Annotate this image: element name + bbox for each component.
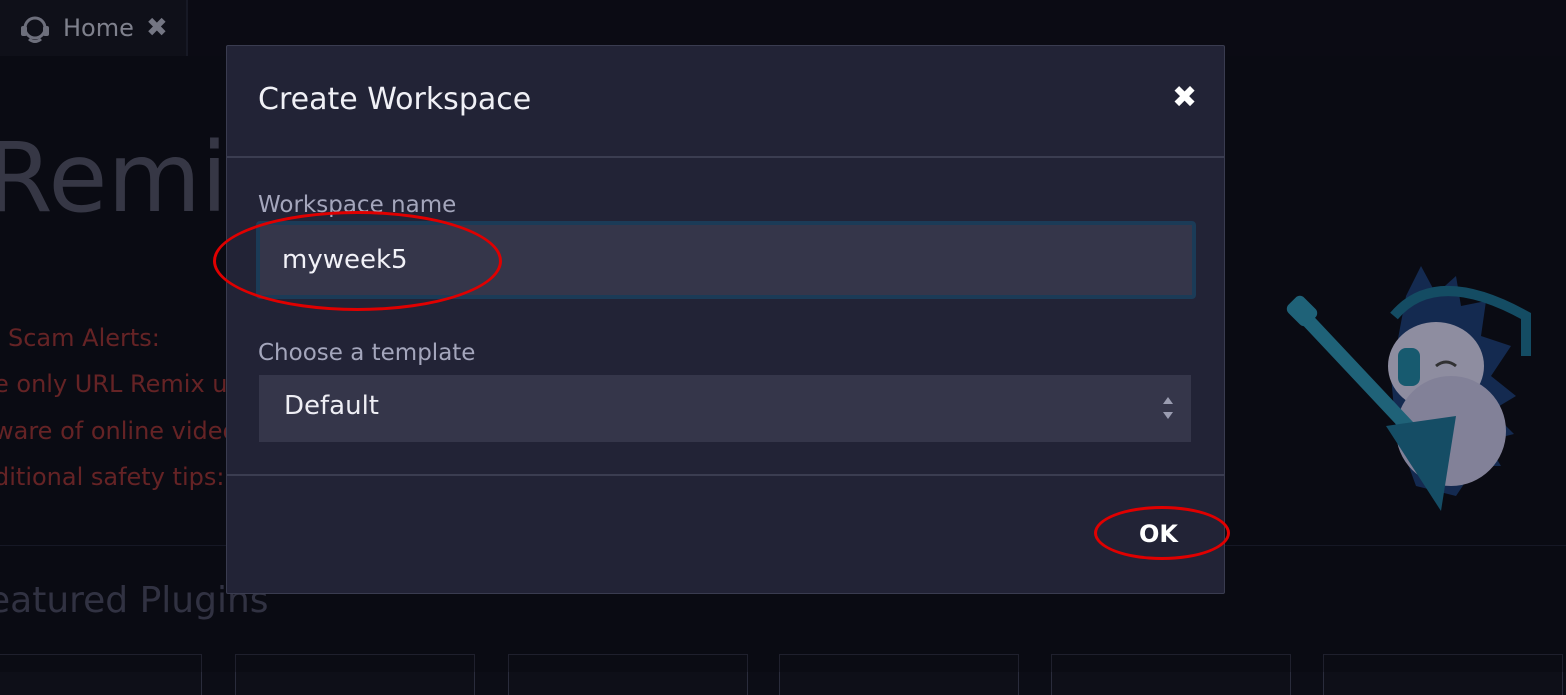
select-arrows-icon xyxy=(1163,397,1173,419)
dialog-header-divider xyxy=(227,156,1224,158)
template-label: Choose a template xyxy=(258,340,476,366)
dialog-footer-divider xyxy=(227,474,1224,476)
annotation-highlight-name xyxy=(213,211,502,311)
dialog-title: Create Workspace xyxy=(258,82,532,117)
template-select-value: Default xyxy=(284,391,379,421)
create-workspace-dialog: Create Workspace ✖ Workspace name Choose… xyxy=(226,45,1225,594)
template-select[interactable]: Default xyxy=(259,375,1191,442)
annotation-highlight-ok xyxy=(1094,506,1230,560)
close-icon[interactable]: ✖ xyxy=(1172,80,1197,115)
